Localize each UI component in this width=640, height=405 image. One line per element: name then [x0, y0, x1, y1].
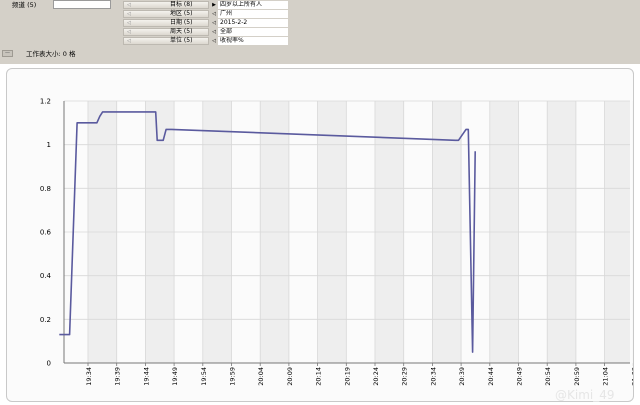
filter-label: 日期 (5) [170, 19, 193, 26]
filter-row-region[interactable]: ◁ 地区 (5) ◁ 广州 [123, 10, 288, 18]
y-tick-label: 0.8 [40, 185, 51, 193]
filter-button[interactable]: ◁ 日期 (5) [123, 19, 209, 27]
left-arrow-icon: ◁ [127, 20, 131, 26]
y-tick-label: 0.2 [40, 316, 51, 324]
x-tick-label: 20:54 [544, 367, 552, 386]
filter-button[interactable]: ◁ 地区 (5) [123, 10, 209, 18]
line-chart: 0 0.2 0.4 0.6 0.8 1 1.2 19:34 19:39 19:44 19:49 19… [40, 98, 633, 386]
channel-label: 频道 (5) [12, 1, 37, 9]
filter-panel: 频道 (5) ◁ 目标 (8) ▶ 四岁以上所有人 ◁ 地区 (5) ◁ 广州 … [0, 0, 640, 64]
filter-button[interactable]: ◁ 目标 (8) [123, 1, 209, 9]
collapse-arrow-icon[interactable]: ◁ [210, 37, 218, 45]
x-tick-label: 20:24 [372, 367, 380, 386]
filter-button[interactable]: ◁ 周天 (5) [123, 28, 209, 36]
x-tick-label: 19:54 [200, 367, 208, 386]
worksheet-bar: — 工作表大小: 0 格 [0, 49, 640, 59]
collapse-arrow-icon[interactable]: ◁ [210, 19, 218, 27]
x-tick-label: 20:19 [343, 367, 351, 386]
x-tick-label: 20:29 [401, 367, 409, 386]
x-tick-label: 19:44 [142, 367, 150, 386]
filter-button[interactable]: ◁ 单位 (5) [123, 37, 209, 45]
filter-label: 周天 (5) [170, 28, 193, 35]
left-arrow-icon: ◁ [127, 29, 131, 35]
filter-label: 地区 (5) [170, 10, 193, 17]
filter-row-target[interactable]: ◁ 目标 (8) ▶ 四岁以上所有人 [123, 1, 288, 9]
expand-arrow-icon[interactable]: ▶ [210, 1, 218, 9]
x-tick-label: 20:34 [429, 367, 437, 386]
collapse-arrow-icon[interactable]: ◁ [210, 28, 218, 36]
channel-input[interactable] [53, 0, 111, 9]
collapse-arrow-icon[interactable]: ◁ [210, 10, 218, 18]
worksheet-size-label: 工作表大小: 0 格 [26, 50, 76, 58]
filter-value: 四岁以上所有人 [218, 1, 288, 9]
x-tick-label: 20:59 [573, 367, 581, 386]
filter-row-date[interactable]: ◁ 日期 (5) ◁ 2015-2-2 [123, 19, 288, 27]
collapse-panel-button[interactable]: — [2, 50, 13, 57]
chart-panel: 0 0.2 0.4 0.6 0.8 1 1.2 19:34 19:39 19:44 19:49 19… [6, 68, 634, 402]
y-tick-label: 0 [47, 360, 51, 368]
y-tick-label: 0.4 [40, 272, 52, 280]
filter-label: 单位 (5) [170, 37, 193, 44]
x-tick-label: 20:04 [257, 367, 265, 386]
filter-label: 目标 (8) [170, 1, 193, 8]
filter-value: 全部 [218, 28, 288, 36]
x-tick-label: 20:09 [286, 367, 294, 386]
x-tick-label: 19:49 [171, 367, 179, 386]
left-arrow-icon: ◁ [127, 38, 131, 44]
filter-row-unit[interactable]: ◁ 单位 (5) ◁ 收视率% [123, 37, 288, 45]
y-tick-label: 0.6 [40, 229, 52, 237]
left-arrow-icon: ◁ [127, 11, 131, 17]
filter-row-weekday[interactable]: ◁ 周天 (5) ◁ 全部 [123, 28, 288, 36]
x-tick-label: 21:04 [602, 367, 610, 386]
filter-value: 2015-2-2 [218, 19, 288, 27]
x-tick-label: 20:49 [516, 367, 524, 386]
x-tick-label: 19:39 [114, 367, 122, 386]
x-tick-label: 19:59 [229, 367, 237, 386]
watermark-text: @Kimi_49 [555, 388, 615, 402]
x-tick-label: 20:39 [458, 367, 466, 386]
y-tick-label: 1.2 [40, 98, 51, 106]
filter-value: 收视率% [218, 37, 288, 45]
left-arrow-icon: ◁ [127, 2, 131, 8]
x-tick-label: 20:14 [315, 367, 323, 386]
x-tick-label: 20:44 [487, 367, 495, 386]
y-tick-label: 1 [47, 141, 51, 149]
x-tick-label: 19:34 [85, 367, 93, 386]
filter-value: 广州 [218, 10, 288, 18]
x-tick-label: 21:09 [630, 367, 633, 386]
